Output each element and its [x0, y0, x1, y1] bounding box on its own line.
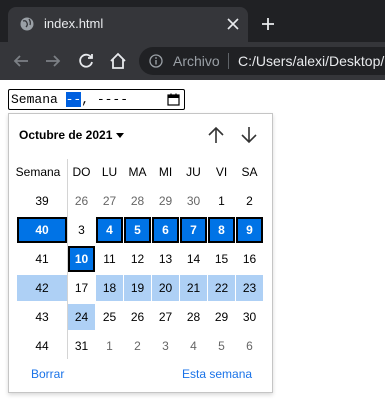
day-cell[interactable]: 2 [236, 188, 263, 214]
weekday-header: MI [158, 165, 173, 179]
week-number-cell[interactable]: 40 [17, 217, 67, 243]
new-tab-icon[interactable] [260, 16, 276, 32]
tab-title: index.html [44, 16, 104, 31]
back-icon[interactable] [12, 52, 30, 70]
week-picker-popup: Octubre de 2021 Semana DO LU MA MI JU VI SA 39 26… [8, 113, 273, 393]
weekday-header: DO [72, 165, 91, 179]
day-cell[interactable]: 29 [208, 304, 235, 330]
day-cell[interactable]: 13 [152, 246, 179, 272]
globe-icon [20, 17, 34, 31]
day-cell[interactable]: 31 [68, 333, 95, 359]
day-cell[interactable]: 17 [68, 275, 95, 301]
day-cell[interactable]: 24 [68, 304, 95, 330]
day-cell[interactable]: 3 [68, 217, 95, 243]
week-column-header: Semana [15, 165, 61, 179]
browser-toolbar: Archivo C:/Users/alexi/Desktop/ [0, 42, 385, 80]
day-cell[interactable]: 23 [236, 275, 263, 301]
day-cell[interactable]: 4 [96, 217, 123, 243]
day-cell[interactable]: 16 [236, 246, 263, 272]
day-cell[interactable]: 3 [152, 333, 179, 359]
url-text[interactable]: C:/Users/alexi/Desktop/ [238, 53, 384, 69]
weekday-header: LU [101, 165, 118, 179]
month-year-selector[interactable]: Octubre de 2021 [19, 127, 125, 143]
day-cell[interactable]: 5 [124, 217, 151, 243]
caret-down-icon [116, 133, 125, 138]
weekday-header: SA [241, 165, 258, 179]
week-number-cell[interactable]: 42 [17, 275, 67, 301]
day-cell[interactable]: 25 [96, 304, 123, 330]
day-cell[interactable]: 7 [180, 217, 207, 243]
week-number-cell[interactable]: 39 [17, 188, 67, 214]
close-icon[interactable] [224, 15, 242, 33]
week-input-value[interactable]: Semana --, ---- [11, 92, 128, 108]
day-cell[interactable]: 6 [152, 217, 179, 243]
day-cell[interactable]: 2 [124, 333, 151, 359]
day-cell[interactable]: 28 [180, 304, 207, 330]
day-cell[interactable]: 12 [124, 246, 151, 272]
day-cell[interactable]: 14 [180, 246, 207, 272]
clear-button[interactable]: Borrar [31, 367, 64, 381]
day-cell[interactable]: 1 [96, 333, 123, 359]
day-cell[interactable]: 8 [208, 217, 235, 243]
week-number-cell[interactable]: 41 [17, 246, 67, 272]
week-number-cell[interactable]: 43 [17, 304, 67, 330]
month-label: Octubre de 2021 [19, 128, 113, 142]
reload-icon[interactable] [77, 52, 95, 70]
day-cell[interactable]: 28 [124, 188, 151, 214]
day-cell[interactable]: 21 [180, 275, 207, 301]
day-cell[interactable]: 6 [236, 333, 263, 359]
omnibox-divider [228, 53, 229, 69]
day-cell[interactable]: 5 [208, 333, 235, 359]
year-segment[interactable]: , ---- [81, 92, 128, 107]
day-cell[interactable]: 19 [124, 275, 151, 301]
info-icon[interactable] [149, 54, 163, 68]
arrow-down-icon[interactable] [240, 125, 258, 145]
week-number-segment[interactable]: -- [65, 92, 82, 107]
week-input[interactable]: Semana --, ---- [8, 89, 185, 110]
day-cell[interactable]: 30 [180, 188, 207, 214]
day-cell[interactable]: 18 [96, 275, 123, 301]
day-cell[interactable]: 11 [96, 246, 123, 272]
day-cell[interactable]: 27 [152, 304, 179, 330]
calendar-icon[interactable] [167, 93, 180, 106]
protocol-label: Archivo [173, 53, 220, 69]
day-cell[interactable]: 30 [236, 304, 263, 330]
week-number-cell[interactable]: 44 [17, 333, 67, 359]
day-cell[interactable]: 15 [208, 246, 235, 272]
week-prefix: Semana [11, 92, 66, 107]
day-cell[interactable]: 4 [180, 333, 207, 359]
day-cell[interactable]: 10 [68, 246, 95, 272]
this-week-button[interactable]: Esta semana [182, 367, 252, 381]
forward-icon[interactable] [44, 52, 62, 70]
browser-tab[interactable]: index.html [8, 7, 248, 42]
tab-bar: index.html [0, 0, 385, 42]
arrow-up-icon[interactable] [207, 125, 225, 145]
day-cell[interactable]: 1 [208, 188, 235, 214]
day-cell[interactable]: 9 [236, 217, 263, 243]
day-cell[interactable]: 27 [96, 188, 123, 214]
weekday-header: VI [215, 165, 228, 179]
home-icon[interactable] [109, 52, 127, 70]
address-bar[interactable]: Archivo C:/Users/alexi/Desktop/ [139, 47, 385, 75]
day-cell[interactable]: 20 [152, 275, 179, 301]
day-cell[interactable]: 29 [152, 188, 179, 214]
weekday-header: MA [128, 165, 147, 179]
day-cell[interactable]: 26 [124, 304, 151, 330]
weekday-header: JU [186, 165, 201, 179]
day-cell[interactable]: 26 [68, 188, 95, 214]
day-cell[interactable]: 22 [208, 275, 235, 301]
